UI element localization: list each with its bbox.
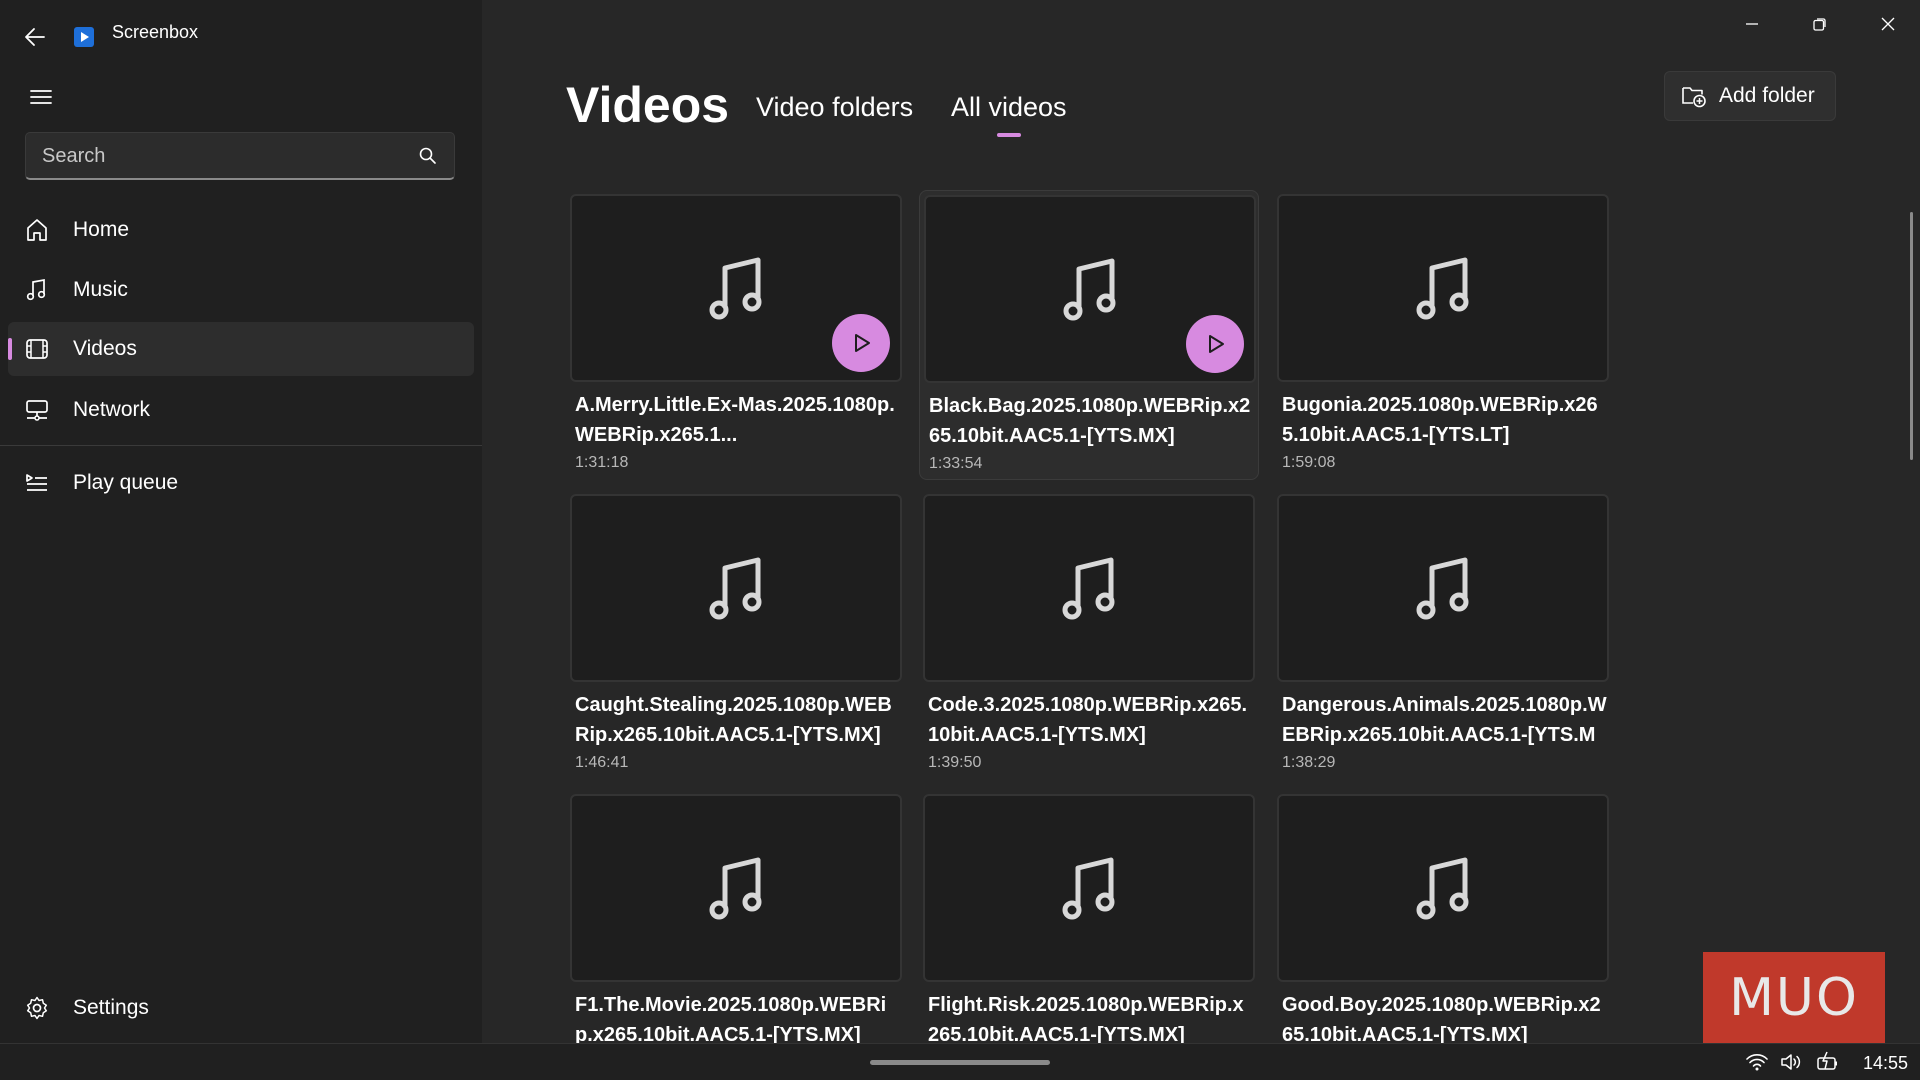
play-icon	[855, 334, 870, 352]
tab-video-folders[interactable]: Video folders	[756, 92, 913, 123]
play-button[interactable]	[832, 314, 890, 372]
back-button[interactable]	[18, 20, 52, 54]
music-note-icon	[709, 257, 762, 320]
close-icon	[1881, 17, 1895, 31]
page-title: Videos	[566, 77, 730, 133]
music-note-icon	[1062, 857, 1115, 920]
video-thumbnail	[923, 794, 1255, 982]
network-icon	[24, 397, 50, 423]
restore-icon	[1813, 18, 1826, 31]
video-title: Good.Boy.2025.1080p.WEBRip.x265.10bit.AA…	[1282, 994, 1601, 1043]
music-note-icon	[1416, 557, 1469, 620]
music-note-icon	[1063, 258, 1116, 321]
hamburger-icon	[30, 90, 52, 104]
sidebar-item-label: Home	[73, 218, 130, 241]
video-title: Flight.Risk.2025.1080p.WEBRip.x265.10bit…	[928, 994, 1244, 1043]
music-note-icon	[1062, 557, 1115, 620]
video-duration: 1:31:18	[575, 454, 629, 471]
video-title: Caught.Stealing.2025.1080p.WEBRip.x265.1…	[575, 694, 892, 746]
sidebar-item-home[interactable]: Home	[8, 203, 474, 257]
video-card[interactable]: Code.3.2025.1080p.WEBRip.x265.10bit.AAC5…	[919, 490, 1259, 780]
watermark-text: MUO	[1729, 967, 1859, 1028]
video-duration: 1:46:41	[575, 754, 629, 771]
search-box[interactable]	[25, 132, 455, 180]
video-card[interactable]: Black.Bag.2025.1080p.WEBRip.x265.10bit.A…	[919, 190, 1259, 480]
music-note-icon	[1416, 257, 1469, 320]
search-icon[interactable]	[418, 146, 438, 166]
video-card[interactable]: A.Merry.Little.Ex-Mas.2025.1080p.WEBRip.…	[566, 190, 906, 480]
video-thumbnail	[570, 494, 902, 682]
video-title: Black.Bag.2025.1080p.WEBRip.x265.10bit.A…	[929, 395, 1251, 447]
sidebar-item-play-queue[interactable]: Play queue	[8, 456, 474, 510]
close-button[interactable]	[1868, 8, 1908, 40]
restore-button[interactable]	[1800, 8, 1840, 40]
active-indicator	[8, 338, 12, 360]
video-card[interactable]: Good.Boy.2025.1080p.WEBRip.x265.10bit.AA…	[1273, 790, 1613, 1043]
sidebar-item-videos[interactable]: Videos	[8, 322, 474, 376]
video-thumbnail	[570, 194, 902, 382]
sidebar-item-label: Music	[73, 278, 128, 301]
wifi-icon[interactable]	[1745, 1052, 1769, 1072]
taskbar: 14:55	[0, 1043, 1920, 1080]
sidebar-item-network[interactable]: Network	[8, 383, 474, 437]
sidebar-item-label: Play queue	[73, 471, 179, 494]
video-title: Bugonia.2025.1080p.WEBRip.x265.10bit.AAC…	[1282, 394, 1598, 446]
video-thumbnail	[1277, 194, 1609, 382]
video-thumbnail	[1277, 794, 1609, 982]
video-card[interactable]: Dangerous.Animals.2025.1080p.WEBRip.x265…	[1273, 490, 1613, 780]
selected-tab-indicator	[997, 133, 1021, 137]
video-thumbnail	[924, 195, 1256, 383]
music-note-icon	[709, 557, 762, 620]
vertical-scrollbar[interactable]	[1910, 212, 1913, 460]
app-logo-icon	[73, 26, 95, 48]
sidebar-item-label: Settings	[73, 996, 149, 1019]
home-indicator[interactable]	[870, 1060, 1050, 1065]
video-title: Code.3.2025.1080p.WEBRip.x265.10bit.AAC5…	[928, 694, 1248, 746]
hamburger-menu-button[interactable]	[24, 80, 58, 114]
music-icon	[24, 277, 50, 303]
add-folder-button[interactable]: Add folder	[1664, 71, 1836, 121]
add-folder-icon	[1681, 84, 1707, 108]
videos-icon	[24, 336, 50, 362]
video-title: A.Merry.Little.Ex-Mas.2025.1080p.WEBRip.…	[575, 394, 895, 446]
sidebar-item-label: Videos	[73, 337, 137, 360]
home-icon	[24, 217, 50, 243]
sidebar-item-music[interactable]: Music	[8, 263, 474, 317]
video-duration: 1:59:08	[1282, 454, 1336, 471]
sidebar: Screenbox Home Music Videos Network	[0, 0, 482, 1043]
video-duration: 1:38:29	[1282, 754, 1336, 771]
video-card[interactable]: Bugonia.2025.1080p.WEBRip.x265.10bit.AAC…	[1273, 190, 1613, 480]
back-arrow-icon	[25, 28, 45, 46]
battery-icon[interactable]	[1815, 1050, 1841, 1074]
tab-all-videos[interactable]: All videos	[951, 92, 1067, 123]
add-folder-label: Add folder	[1719, 84, 1815, 107]
video-thumbnail	[570, 794, 902, 982]
play-icon	[1209, 335, 1224, 353]
minimize-button[interactable]	[1732, 8, 1772, 40]
video-thumbnail	[923, 494, 1255, 682]
video-title: Dangerous.Animals.2025.1080p.WEBRip.x265…	[1282, 694, 1607, 746]
app-title: Screenbox	[112, 22, 199, 42]
video-card[interactable]: Flight.Risk.2025.1080p.WEBRip.x265.10bit…	[919, 790, 1259, 1043]
sidebar-item-settings[interactable]: Settings	[8, 981, 474, 1035]
music-note-icon	[709, 857, 762, 920]
sidebar-divider	[0, 445, 482, 446]
play-queue-icon	[24, 470, 50, 496]
search-input[interactable]	[40, 133, 404, 179]
video-duration: 1:39:50	[928, 754, 982, 771]
video-duration: 1:33:54	[929, 455, 983, 472]
main-content: Videos Video folders All videos Add fold…	[482, 0, 1920, 1043]
gear-icon	[24, 995, 50, 1021]
play-button[interactable]	[1186, 315, 1244, 373]
music-note-icon	[1416, 857, 1469, 920]
video-card[interactable]: F1.The.Movie.2025.1080p.WEBRip.x265.10bi…	[566, 790, 906, 1043]
minimize-icon	[1746, 23, 1758, 25]
muo-watermark-logo: MUO	[1703, 952, 1885, 1043]
sidebar-item-label: Network	[73, 398, 151, 421]
video-title: F1.The.Movie.2025.1080p.WEBRip.x265.10bi…	[575, 994, 887, 1043]
video-thumbnail	[1277, 494, 1609, 682]
taskbar-clock[interactable]: 14:55	[1863, 1053, 1908, 1074]
volume-icon[interactable]	[1779, 1052, 1803, 1072]
video-card[interactable]: Caught.Stealing.2025.1080p.WEBRip.x265.1…	[566, 490, 906, 780]
